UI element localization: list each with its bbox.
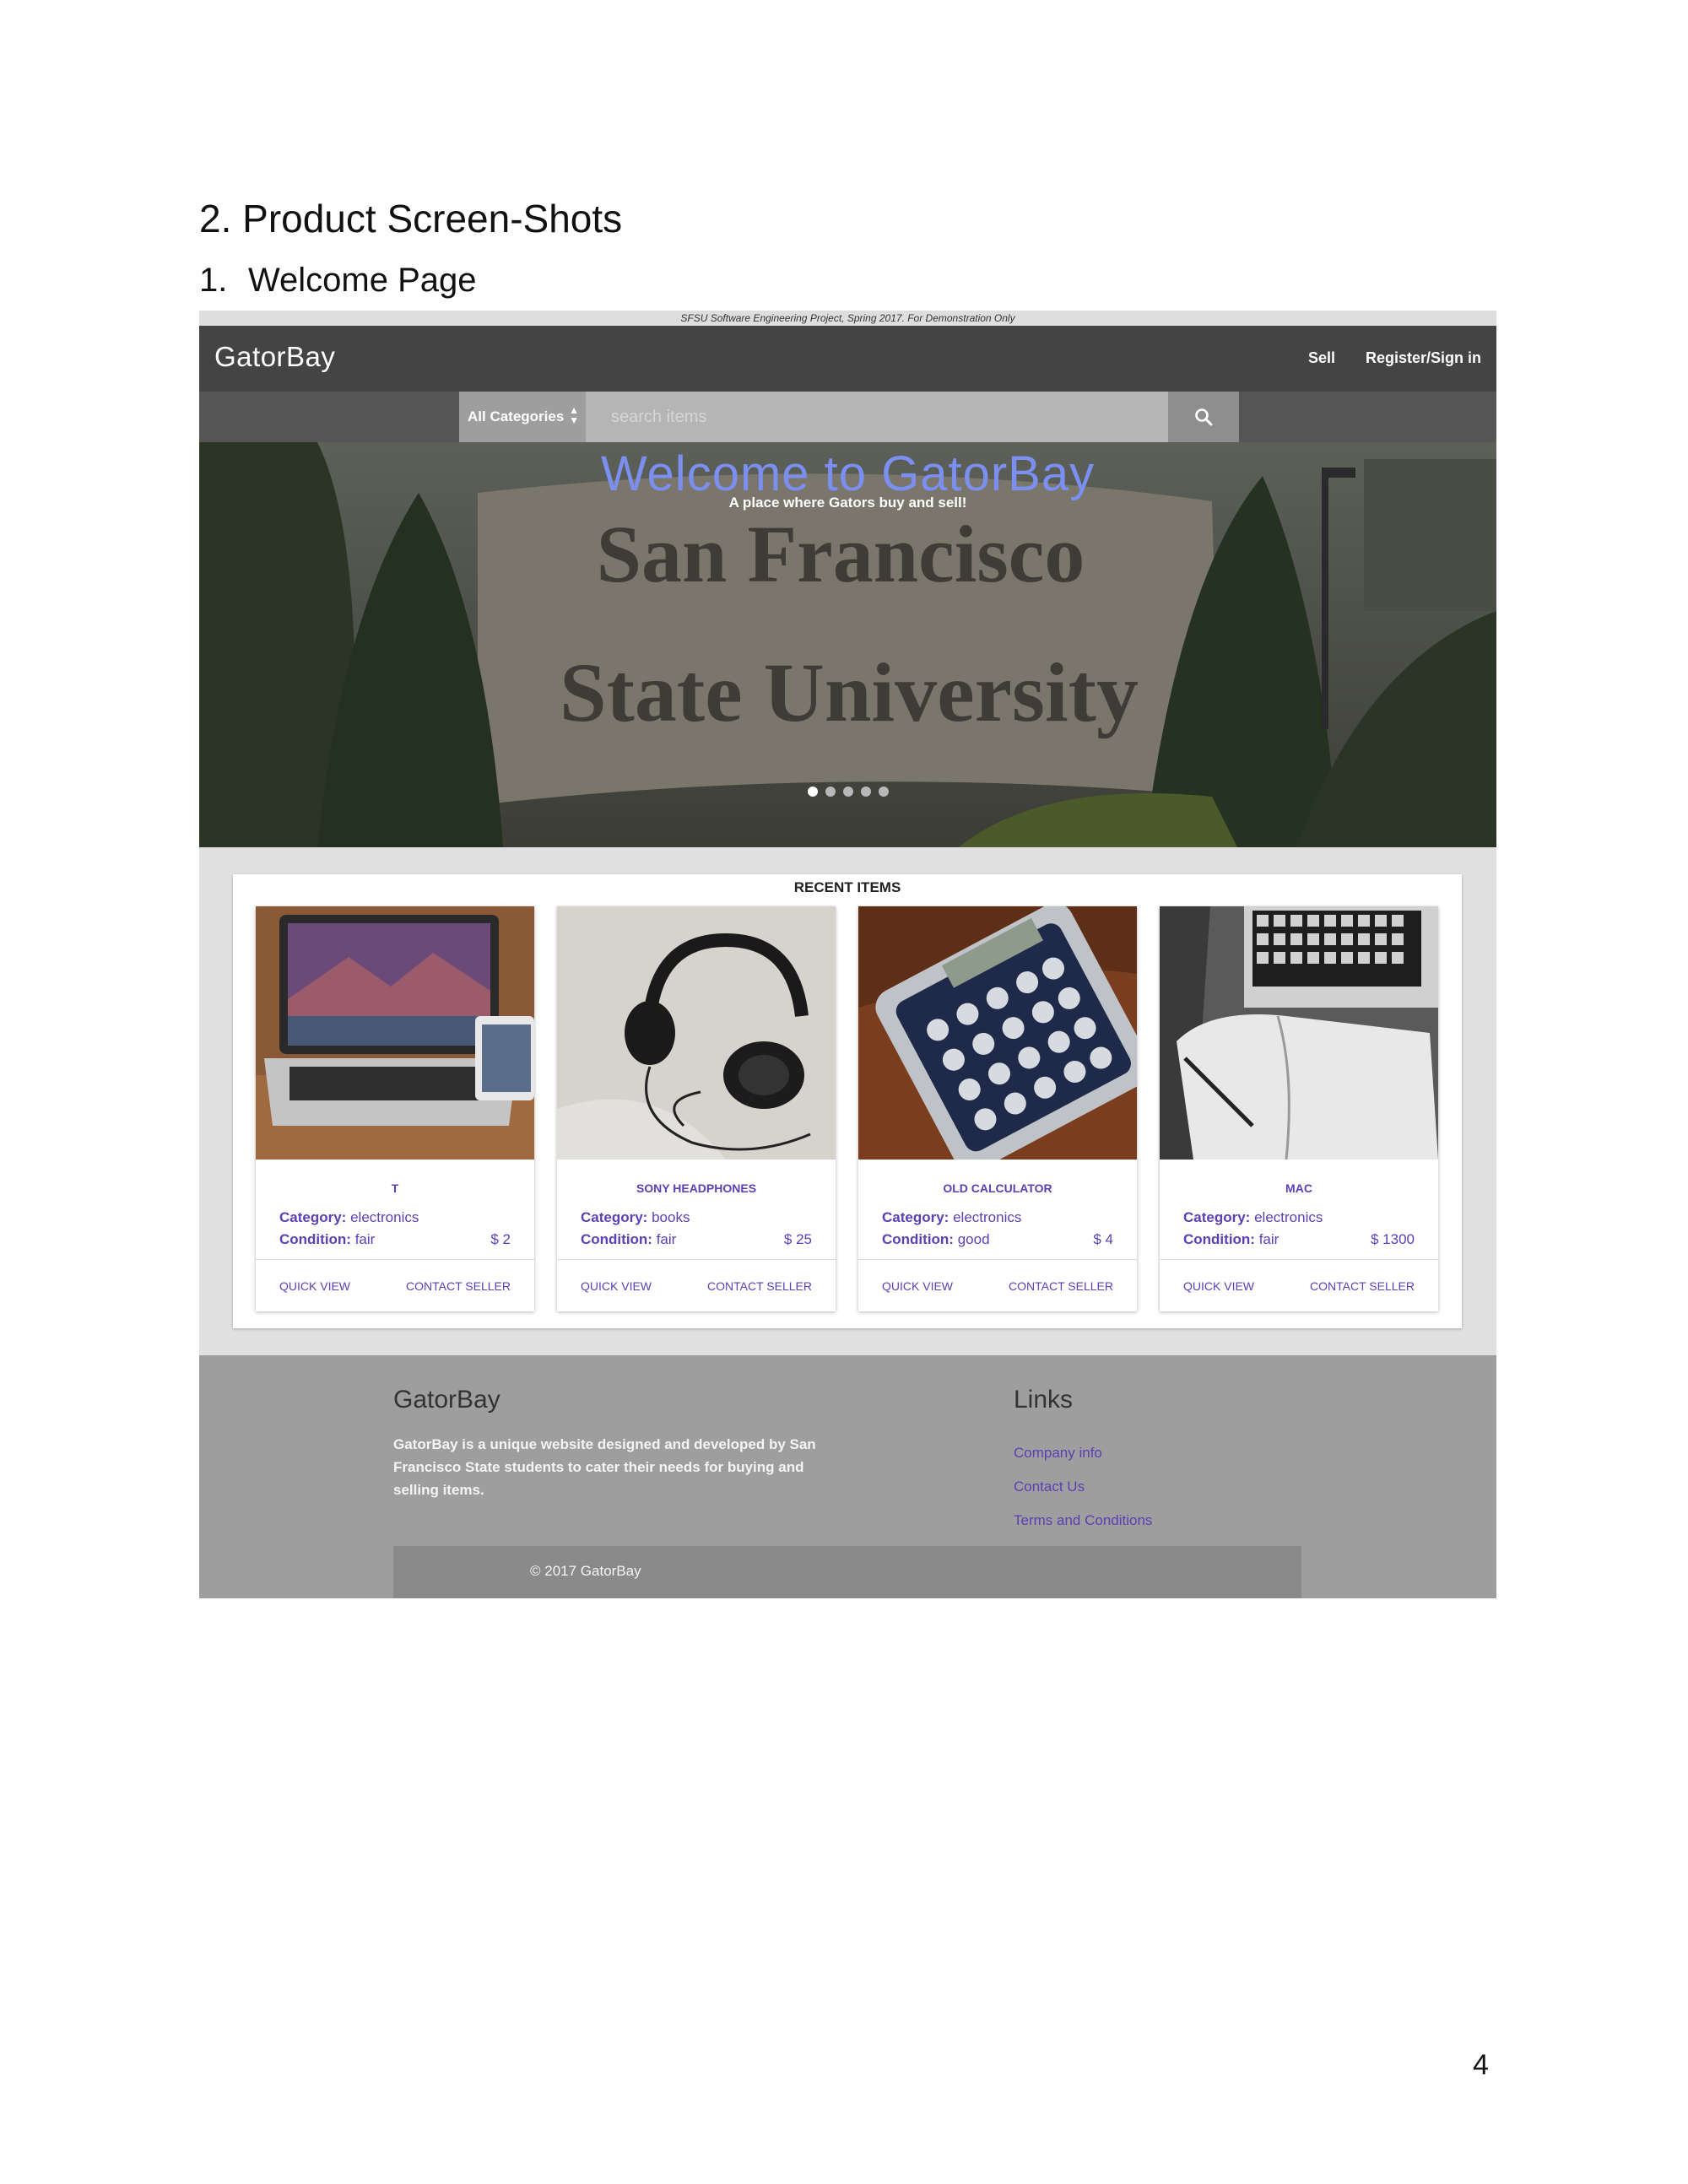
condition-label: Condition: bbox=[882, 1231, 954, 1247]
item-category: electronics bbox=[1254, 1209, 1323, 1225]
category-label: Category: bbox=[882, 1209, 950, 1225]
item-name[interactable]: SONY HEADPHONES bbox=[557, 1181, 836, 1195]
contact-seller-button[interactable]: CONTACT SELLER bbox=[707, 1279, 812, 1293]
card-actions: QUICK VIEW CONTACT SELLER bbox=[1160, 1259, 1438, 1311]
headphones-image[interactable] bbox=[557, 906, 836, 1160]
register-signin-link[interactable]: Register/Sign in bbox=[1366, 349, 1481, 367]
subheading-text: Welcome Page bbox=[248, 262, 477, 299]
item-name[interactable]: T bbox=[256, 1181, 534, 1195]
item-info: Category: books Condition: fair $ 25 bbox=[557, 1207, 836, 1251]
sign-text-line2: State University bbox=[560, 646, 1139, 739]
company-info-link[interactable]: Company info bbox=[1014, 1436, 1152, 1470]
brand-logo[interactable]: GatorBay bbox=[214, 341, 335, 373]
sell-link[interactable]: Sell bbox=[1308, 349, 1335, 367]
card-actions: QUICK VIEW CONTACT SELLER bbox=[557, 1259, 836, 1311]
carousel-dot[interactable] bbox=[807, 787, 818, 797]
document-subheading: 1. Welcome Page bbox=[199, 262, 477, 300]
category-label: Category: bbox=[279, 1209, 347, 1225]
footer-description: GatorBay is a unique website designed an… bbox=[393, 1436, 816, 1498]
item-condition: fair bbox=[1258, 1231, 1280, 1247]
condition-label: Condition: bbox=[1183, 1231, 1255, 1247]
item-price: $ 4 bbox=[1093, 1231, 1113, 1247]
item-category: electronics bbox=[350, 1209, 419, 1225]
quick-view-button[interactable]: QUICK VIEW bbox=[279, 1279, 350, 1293]
select-arrows-icon: ▲ ▼ bbox=[569, 404, 579, 426]
mac-notebook-image[interactable] bbox=[1160, 906, 1438, 1160]
contact-seller-button[interactable]: CONTACT SELLER bbox=[1009, 1279, 1113, 1293]
item-condition: fair bbox=[354, 1231, 376, 1247]
item-card[interactable]: SONY HEADPHONES Category: books Conditio… bbox=[557, 906, 836, 1311]
laptop-image[interactable] bbox=[256, 906, 534, 1160]
quick-view-button[interactable]: QUICK VIEW bbox=[1183, 1279, 1254, 1293]
item-category: books bbox=[652, 1209, 690, 1225]
item-cards: T Category: electronics Condition: fair … bbox=[256, 906, 1438, 1311]
quick-view-button[interactable]: QUICK VIEW bbox=[581, 1279, 652, 1293]
sign-text-line1: San Francisco bbox=[597, 509, 1085, 599]
carousel-dot[interactable] bbox=[860, 787, 871, 797]
page-number: 4 bbox=[1473, 2049, 1489, 2081]
card-actions: QUICK VIEW CONTACT SELLER bbox=[858, 1259, 1137, 1311]
search-input[interactable] bbox=[586, 392, 1168, 442]
hero-carousel: San Francisco State University Welcome t… bbox=[199, 442, 1496, 847]
demo-disclaimer: SFSU Software Engineering Project, Sprin… bbox=[199, 311, 1496, 326]
terms-link[interactable]: Terms and Conditions bbox=[1014, 1504, 1152, 1538]
footer-links: Company info Contact Us Terms and Condit… bbox=[1014, 1436, 1152, 1538]
item-card[interactable]: MAC Category: electronics Condition: fai… bbox=[1160, 906, 1438, 1311]
condition-label: Condition: bbox=[581, 1231, 652, 1247]
item-name[interactable]: MAC bbox=[1160, 1181, 1438, 1195]
contact-us-link[interactable]: Contact Us bbox=[1014, 1470, 1152, 1504]
item-info: Category: electronics Condition: fair $ … bbox=[1160, 1207, 1438, 1251]
screenshot-frame: SFSU Software Engineering Project, Sprin… bbox=[199, 311, 1496, 1598]
copyright-text: © 2017 GatorBay bbox=[530, 1563, 641, 1579]
subheading-number: 1. bbox=[199, 262, 228, 299]
item-condition: good bbox=[957, 1231, 990, 1247]
nav-links: Sell Register/Sign in bbox=[1308, 349, 1481, 367]
carousel-dot[interactable] bbox=[842, 787, 853, 797]
search-icon bbox=[1195, 408, 1213, 426]
item-name[interactable]: OLD CALCULATOR bbox=[858, 1181, 1137, 1195]
recent-items-panel: RECENT ITEMS T Category: electronics Con… bbox=[233, 874, 1462, 1328]
footer-links-title: Links bbox=[1014, 1386, 1074, 1414]
item-price: $ 2 bbox=[490, 1231, 511, 1247]
category-label: Category: bbox=[581, 1209, 648, 1225]
item-price: $ 1300 bbox=[1371, 1231, 1415, 1247]
item-card[interactable]: T Category: electronics Condition: fair … bbox=[256, 906, 534, 1311]
search-bar: All Categories ▲ ▼ bbox=[199, 392, 1496, 442]
calculator-image[interactable] bbox=[858, 906, 1137, 1160]
condition-label: Condition: bbox=[279, 1231, 351, 1247]
item-price: $ 25 bbox=[783, 1231, 812, 1247]
site-footer: GatorBay GatorBay is a unique website de… bbox=[199, 1355, 1496, 1598]
card-actions: QUICK VIEW CONTACT SELLER bbox=[256, 1259, 534, 1311]
item-category: electronics bbox=[953, 1209, 1022, 1225]
copyright-bar: © 2017 GatorBay bbox=[393, 1546, 1301, 1598]
contact-seller-button[interactable]: CONTACT SELLER bbox=[1310, 1279, 1415, 1293]
item-condition: fair bbox=[656, 1231, 677, 1247]
contact-seller-button[interactable]: CONTACT SELLER bbox=[406, 1279, 511, 1293]
carousel-dot[interactable] bbox=[878, 787, 889, 797]
category-select-value: All Categories bbox=[468, 408, 565, 424]
document-heading: 2. Product Screen-Shots bbox=[199, 197, 623, 241]
item-info: Category: electronics Condition: fair $ … bbox=[256, 1207, 534, 1251]
category-select[interactable]: All Categories ▲ ▼ bbox=[459, 392, 586, 442]
carousel-dot[interactable] bbox=[825, 787, 836, 797]
top-navbar: GatorBay Sell Register/Sign in bbox=[199, 326, 1496, 392]
item-card[interactable]: OLD CALCULATOR Category: electronics Con… bbox=[858, 906, 1137, 1311]
carousel-indicators bbox=[199, 787, 1496, 797]
item-info: Category: electronics Condition: good $ … bbox=[858, 1207, 1137, 1251]
hero-subtitle: A place where Gators buy and sell! bbox=[728, 495, 967, 511]
hero-title: Welcome to GatorBay bbox=[600, 446, 1096, 501]
quick-view-button[interactable]: QUICK VIEW bbox=[882, 1279, 953, 1293]
recent-items-title: RECENT ITEMS bbox=[793, 879, 901, 895]
search-button[interactable] bbox=[1168, 392, 1239, 442]
category-label: Category: bbox=[1183, 1209, 1251, 1225]
footer-brand: GatorBay bbox=[393, 1386, 500, 1414]
